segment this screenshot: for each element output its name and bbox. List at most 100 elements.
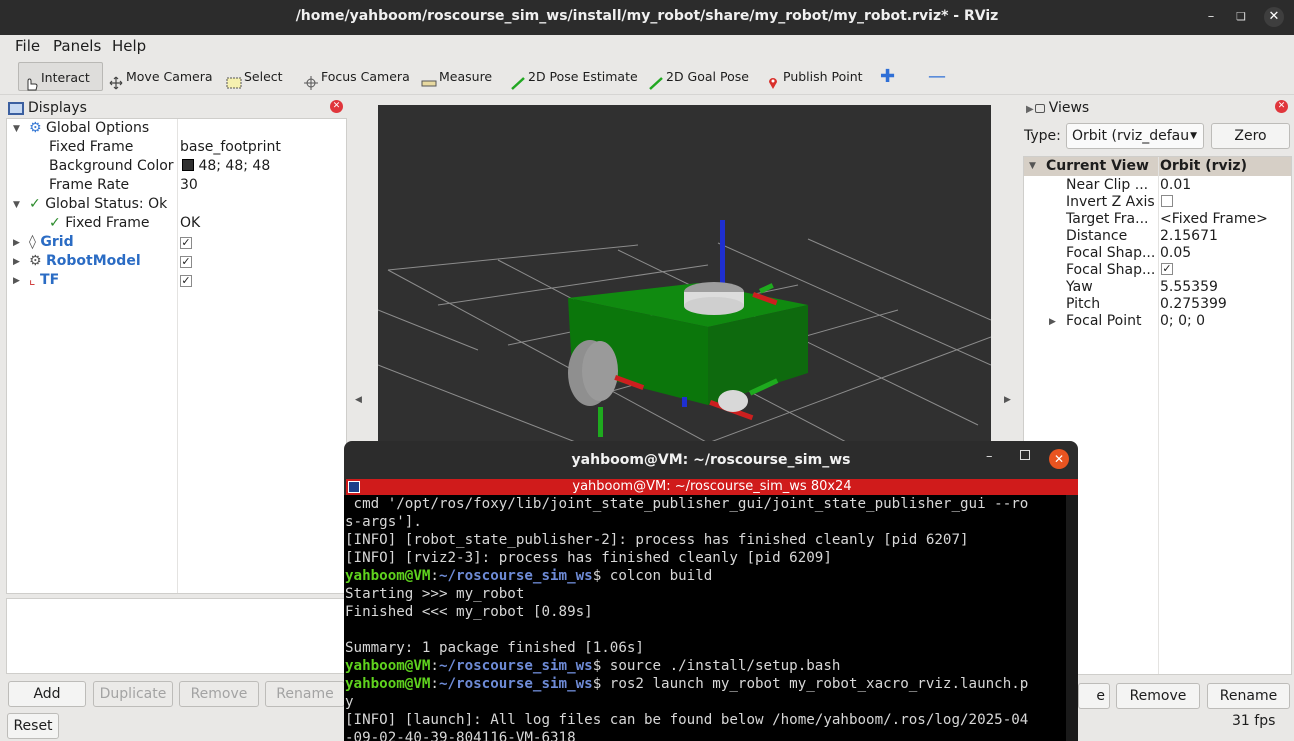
save-view-button[interactable]: e [1078, 683, 1110, 709]
prompt-path: ~/roscourse_sim_ws [438, 658, 593, 674]
chevron-down-icon: ▼ [1190, 131, 1197, 141]
interact-label: Interact [41, 70, 90, 85]
left-collapse-icon[interactable]: ◀ [355, 395, 362, 405]
rename-view-button[interactable]: Rename [1207, 683, 1290, 709]
displays-tree: ▼ ⚙ Global Options Fixed Frame base_foot… [6, 118, 347, 594]
axes-icon: ⌞ [29, 272, 36, 288]
focal-point-value[interactable]: 0; 0; 0 [1160, 312, 1205, 331]
background-color-value[interactable]: 48; 48; 48 [182, 157, 270, 176]
pose-estimate-label: 2D Pose Estimate [528, 69, 638, 84]
collapse-arrow-icon[interactable]: ▶ [13, 257, 20, 267]
frame-rate-value[interactable]: 30 [180, 176, 198, 195]
goal-pose-label: 2D Goal Pose [666, 69, 749, 84]
current-view-value: Orbit (rviz) [1160, 158, 1247, 174]
global-status-label: Global Status: Ok [45, 196, 168, 212]
close-icon[interactable]: ✕ [1264, 7, 1284, 27]
focus-icon [303, 71, 319, 90]
views-title: Views [1048, 100, 1090, 116]
menu-panels[interactable]: Panels [53, 37, 101, 55]
terminal-line: y [345, 694, 354, 710]
displays-close-icon[interactable]: ✕ [330, 100, 343, 113]
collapse-arrow-icon[interactable]: ▶ [13, 276, 20, 286]
views-type-dropdown[interactable]: Orbit (rviz_defau ▼ [1066, 123, 1204, 149]
terminal-line: [INFO] [robot_state_publisher-2]: proces… [345, 532, 969, 548]
grid-row[interactable]: ◊ Grid [29, 233, 74, 252]
frame-rate-label: Frame Rate [49, 177, 130, 193]
interact-tool[interactable]: Interact [18, 62, 103, 91]
rename-display-button[interactable]: Rename [265, 681, 345, 707]
collapse-arrow-icon[interactable]: ▶ [1049, 317, 1056, 327]
terminal-close-icon[interactable]: ✕ [1049, 449, 1069, 469]
focus-camera-tool[interactable]: Focus Camera [299, 62, 410, 91]
move-icon [108, 71, 124, 89]
collapse-arrow-icon[interactable]: ▶ [13, 238, 20, 248]
expand-arrow-icon[interactable]: ▼ [13, 124, 20, 134]
displays-header: Displays [8, 97, 346, 119]
current-view-label: Current View [1046, 158, 1149, 174]
prompt-path: ~/roscourse_sim_ws [438, 568, 593, 584]
pose-estimate-tool[interactable]: 2D Pose Estimate [506, 62, 638, 91]
focal-shape-fixed-checkbox[interactable]: ✓ [1161, 263, 1173, 275]
grid-checkbox[interactable]: ✓ [180, 237, 192, 249]
goal-arrow-icon [648, 71, 664, 90]
publish-point-label: Publish Point [783, 69, 863, 84]
global-options-row[interactable]: ⚙ Global Options [29, 119, 149, 138]
check-icon: ✓ [29, 196, 41, 212]
terminal-window[interactable]: yahboom@VM: ~/roscourse_sim_ws – ✕ yahbo… [344, 441, 1078, 741]
minimize-icon[interactable]: – [1201, 7, 1221, 27]
menu-help[interactable]: Help [112, 37, 146, 55]
terminal-tab-label: yahboom@VM: ~/roscourse_sim_ws 80x24 [572, 479, 852, 494]
prompt-command: $ source ./install/setup.bash [592, 658, 841, 674]
duplicate-display-button[interactable]: Duplicate [93, 681, 173, 707]
terminal-scrollbar[interactable] [1066, 495, 1078, 741]
prompt-user: yahboom@VM [345, 568, 431, 584]
tf-checkbox[interactable]: ✓ [180, 275, 192, 287]
background-color-label: Background Color [49, 158, 174, 174]
remove-display-button[interactable]: Remove [179, 681, 259, 707]
move-camera-tool[interactable]: Move Camera [104, 62, 213, 91]
remove-tool-button[interactable]: — [924, 62, 946, 91]
select-tool[interactable]: Select [222, 62, 283, 91]
gear-icon: ⚙ [29, 120, 42, 136]
terminal-tab[interactable]: yahboom@VM: ~/roscourse_sim_ws 80x24 [346, 479, 1078, 495]
measure-tool[interactable]: Measure [417, 62, 492, 91]
terminal-line: Starting >>> my_robot [345, 586, 525, 602]
terminal-minimize-icon[interactable]: – [986, 449, 993, 464]
expand-arrow-icon[interactable]: ▼ [1029, 161, 1036, 171]
robotmodel-row[interactable]: ⚙ RobotModel [29, 252, 141, 271]
scene-3d[interactable] [378, 105, 991, 443]
displays-title: Displays [28, 100, 87, 116]
add-tool-button[interactable]: ✚ [876, 62, 895, 91]
tf-row[interactable]: ⌞ TF [29, 271, 59, 290]
near-clip-value[interactable]: 0.01 [1160, 176, 1191, 195]
grid-icon: ◊ [29, 234, 36, 250]
views-close-icon[interactable]: ✕ [1275, 100, 1288, 113]
camera-icon [1034, 103, 1045, 113]
fixed-frame-value[interactable]: base_footprint [180, 138, 281, 157]
render-viewport[interactable] [378, 105, 991, 443]
prompt-user: yahboom@VM [345, 676, 431, 692]
collapse-arrow-icon[interactable]: ▶ [1026, 104, 1034, 115]
focus-camera-label: Focus Camera [321, 69, 410, 84]
remove-view-button[interactable]: Remove [1116, 683, 1200, 709]
display-description-area [6, 598, 347, 674]
zero-button[interactable]: Zero [1211, 123, 1290, 149]
terminal-output[interactable]: cmd '/opt/ros/foxy/lib/joint_state_publi… [344, 495, 1066, 741]
goal-pose-tool[interactable]: 2D Goal Pose [644, 62, 749, 91]
restore-icon[interactable]: ❏ [1231, 7, 1251, 27]
expand-arrow-icon[interactable]: ▼ [13, 200, 20, 210]
robot-model [568, 220, 808, 437]
menu-bar: File Panels Help [0, 35, 1294, 57]
global-status-row[interactable]: ✓ Global Status: Ok [29, 195, 167, 214]
add-display-button[interactable]: Add [8, 681, 86, 707]
menu-file[interactable]: File [15, 37, 40, 55]
check-icon: ✓ [49, 215, 61, 231]
right-collapse-icon[interactable]: ▶ [1004, 395, 1011, 405]
publish-point-tool[interactable]: Publish Point [761, 62, 863, 91]
invert-z-checkbox[interactable] [1161, 195, 1173, 207]
focal-shape-size-value[interactable]: 0.05 [1160, 244, 1191, 263]
robotmodel-checkbox[interactable]: ✓ [180, 256, 192, 268]
terminal-maximize-icon[interactable] [1020, 450, 1030, 460]
terminal-line: [INFO] [launch]: All log files can be fo… [345, 712, 1029, 728]
reset-button[interactable]: Reset [7, 713, 59, 739]
